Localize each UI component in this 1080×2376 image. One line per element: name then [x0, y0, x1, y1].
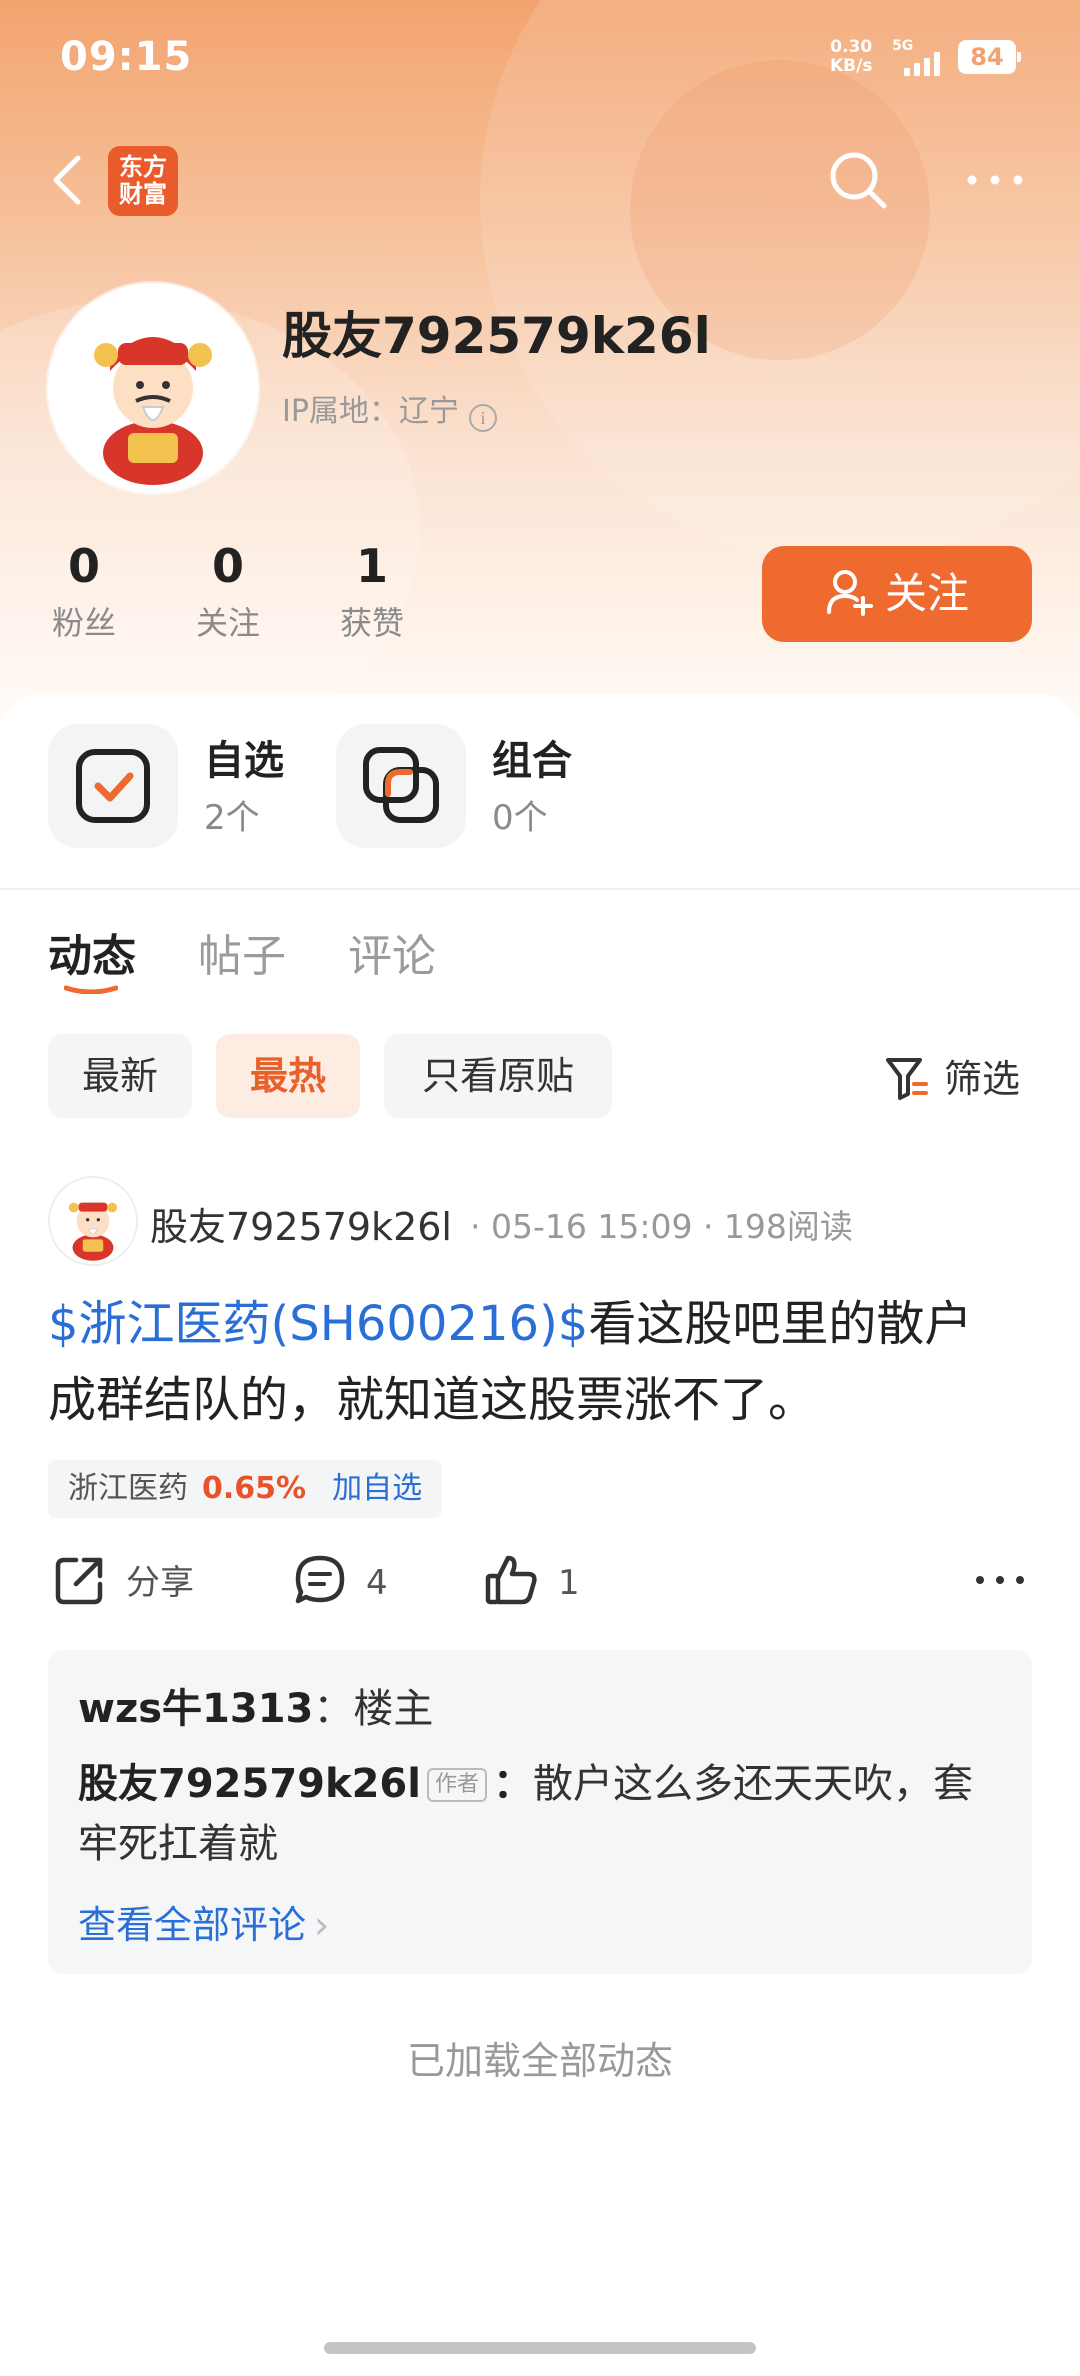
tab-comments[interactable]: 评论 [348, 920, 436, 984]
post-more-button[interactable] [972, 1552, 1046, 1608]
search-button[interactable] [826, 148, 892, 214]
like-button[interactable]: 1 [484, 1552, 580, 1608]
stock-tag[interactable]: 浙江医药 0.65% 加自选 [48, 1460, 443, 1518]
comment-item: 股友792579k26l 作者 ：散户这么多还天天吹，套牢死扛着就 [78, 1761, 973, 1867]
post-author-avatar[interactable] [48, 1176, 138, 1266]
post-actions: 分享 4 1 [0, 1552, 1080, 1632]
net-speed: 0.30 KB/s [830, 37, 873, 76]
overlap-squares-icon [336, 724, 466, 848]
ip-location: IP属地：辽宁 i [282, 386, 497, 432]
nav-bar: 东方 财富 [0, 130, 1080, 230]
portfolio-entry[interactable]: 组合 0个 [336, 724, 596, 864]
post-meta: · 05-16 15:09 · 198阅读 [470, 1207, 853, 1246]
comment-button[interactable]: 4 [292, 1552, 388, 1608]
back-button[interactable] [44, 152, 94, 208]
status-time: 09:15 [60, 34, 193, 80]
home-indicator[interactable] [324, 2342, 756, 2354]
tab-posts[interactable]: 帖子 [198, 920, 286, 984]
assets-card: 自选 2个 组合 0个 [0, 694, 1080, 894]
stock-link[interactable]: $浙江医药(SH600216)$ [48, 1296, 588, 1352]
signal-icon: 5G [890, 38, 950, 78]
stock-tag-name: 浙江医药 [68, 1471, 188, 1506]
checkbox-icon [48, 724, 178, 848]
stat-followers[interactable]: 0 粉丝 [24, 538, 144, 644]
fortune-god-avatar-icon [68, 1202, 118, 1261]
comment-item: wzs牛1313：楼主 [78, 1686, 434, 1732]
profile-username: 股友792579k26l [282, 307, 711, 365]
follow-button[interactable]: 关注 [762, 546, 1032, 642]
add-user-icon [826, 570, 873, 616]
add-watchlist-link[interactable]: 加自选 [332, 1471, 422, 1506]
fortune-god-avatar-icon [94, 337, 212, 485]
comment-icon [295, 1555, 345, 1604]
content-tabs: 动态 帖子 评论 [0, 910, 1080, 1010]
filter-button[interactable]: 筛选 [884, 1048, 1020, 1103]
tab-active-indicator [64, 985, 118, 994]
filter-original-only[interactable]: 只看原贴 [384, 1034, 612, 1118]
battery-icon: 84 [958, 40, 1021, 74]
more-button[interactable] [962, 152, 1028, 208]
stat-following[interactable]: 0 关注 [168, 538, 288, 644]
thumbs-up-icon [485, 1555, 537, 1605]
tab-activity[interactable]: 动态 [48, 920, 136, 984]
filter-hottest[interactable]: 最热 [216, 1034, 360, 1118]
comment-preview[interactable]: wzs牛1313：楼主 股友792579k26l 作者 ：散户这么多还天天吹，套牢死… [48, 1650, 1032, 1974]
stock-tag-change: 0.65% [202, 1471, 307, 1506]
share-icon [55, 1557, 103, 1605]
section-divider [0, 888, 1080, 890]
post-content[interactable]: $浙江医药(SH600216)$看这股吧里的散户 成群结队的，就知道这股票涨不了… [48, 1286, 1028, 1438]
avatar[interactable] [48, 283, 258, 493]
info-icon[interactable]: i [468, 404, 497, 432]
stat-likes[interactable]: 1 获赞 [312, 538, 432, 644]
filter-bar: 最新 最热 只看原贴 筛选 [0, 1034, 1080, 1120]
view-all-comments-link[interactable]: 查看全部评论 › [78, 1894, 329, 1949]
post-author-name[interactable]: 股友792579k26l [150, 1196, 452, 1251]
end-of-feed-note: 已加载全部动态 [406, 2039, 673, 2083]
app-logo[interactable]: 东方 财富 [108, 146, 178, 216]
chevron-left-icon [53, 155, 81, 205]
filter-latest[interactable]: 最新 [48, 1034, 192, 1118]
more-horizontal-icon [967, 175, 1023, 185]
filter-icon [886, 1058, 928, 1100]
share-button[interactable]: 分享 [52, 1552, 194, 1608]
more-horizontal-icon [976, 1576, 1024, 1584]
status-bar: 09:15 0.30 KB/s 5G 84 [0, 0, 1080, 120]
watchlist-entry[interactable]: 自选 2个 [48, 724, 308, 864]
chevron-right-icon: › [314, 1903, 330, 1947]
author-badge: 作者 [426, 1768, 487, 1802]
search-icon [830, 152, 887, 209]
